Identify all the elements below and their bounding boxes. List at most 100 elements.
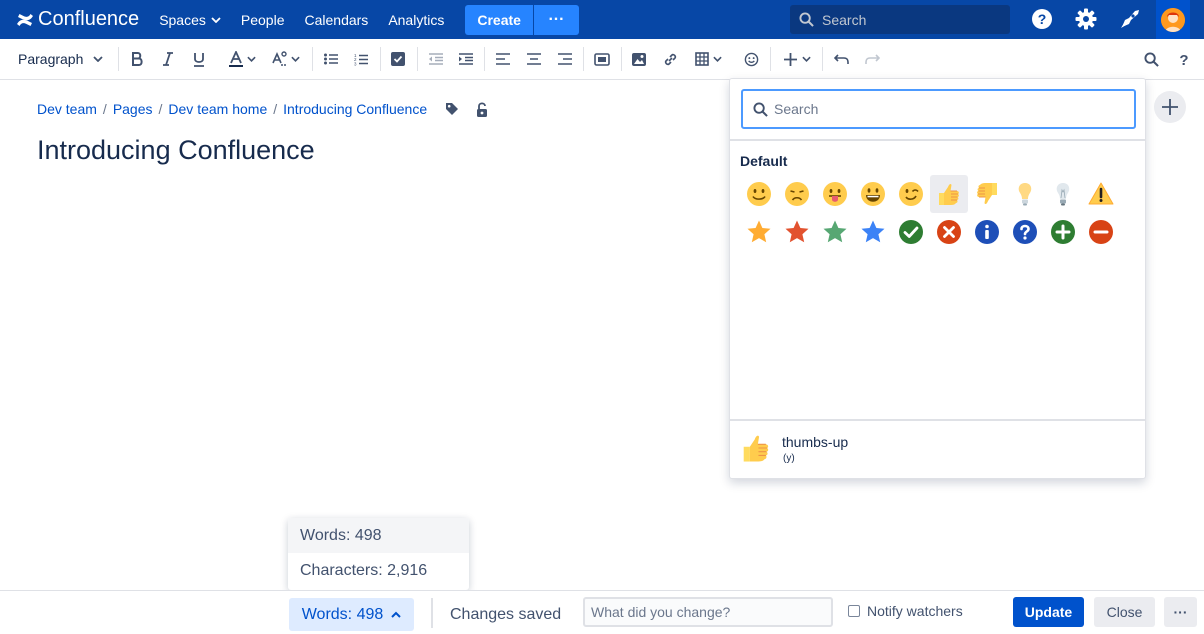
create-button[interactable]: Create: [465, 4, 533, 35]
emoji-green-star[interactable]: [816, 213, 854, 251]
nav-spaces[interactable]: Spaces: [159, 12, 221, 28]
emoji-info[interactable]: [968, 213, 1006, 251]
emoji-disappointed[interactable]: [778, 175, 816, 213]
bottom-divider: [431, 598, 433, 628]
page-title[interactable]: Introducing Confluence: [37, 135, 315, 166]
breadcrumb-item[interactable]: Dev team home: [168, 101, 267, 117]
picker-divider: [730, 419, 1145, 421]
info-icon: [975, 220, 999, 244]
bold-button[interactable]: [126, 39, 148, 79]
thumbs-down-icon: [977, 183, 997, 205]
emoji-minus[interactable]: [1082, 213, 1120, 251]
redo-icon: [864, 53, 880, 64]
text-color-button[interactable]: [224, 39, 260, 79]
breadcrumb-item[interactable]: Dev team: [37, 101, 97, 117]
emoji-search-input[interactable]: [774, 101, 1114, 117]
change-message-input[interactable]: [583, 597, 833, 627]
align-right-icon: [558, 53, 572, 65]
global-search-input[interactable]: Search: [790, 5, 1010, 34]
image-icon: [632, 52, 646, 66]
toolbar-divider: [484, 47, 485, 71]
numbered-list-icon: 123: [354, 53, 368, 66]
chevron-down-icon: [712, 56, 722, 62]
disappointed-icon: [785, 182, 809, 206]
chevron-down-icon: [801, 56, 811, 62]
insert-more-button[interactable]: [778, 39, 816, 79]
page-layout-button[interactable]: [590, 39, 614, 79]
insert-table-button[interactable]: [690, 39, 726, 79]
emoji-check-mark[interactable]: [892, 213, 930, 251]
underline-icon: [194, 52, 204, 67]
emoji-question[interactable]: [1006, 213, 1044, 251]
task-list-button[interactable]: [387, 39, 409, 79]
nav-people[interactable]: People: [241, 12, 285, 28]
search-icon: [1143, 51, 1159, 67]
insert-emoji-button[interactable]: [740, 39, 762, 79]
align-left-button[interactable]: [492, 39, 514, 79]
warning-icon: [1088, 182, 1114, 205]
insert-link-button[interactable]: [659, 39, 681, 79]
question-icon: [1013, 220, 1037, 244]
table-icon: [694, 52, 709, 66]
notify-watchers-toggle[interactable]: Notify watchers: [848, 603, 963, 619]
plus-circle-icon: [1051, 220, 1075, 244]
emoji-light-on[interactable]: [1006, 175, 1044, 213]
light-bulb-on-icon: [1018, 183, 1032, 206]
word-count-button[interactable]: Words: 498: [289, 598, 414, 631]
unlock-icon[interactable]: [475, 101, 489, 117]
add-button[interactable]: [1154, 91, 1186, 123]
emoji-thumbs-down[interactable]: [968, 175, 1006, 213]
breadcrumb-item[interactable]: Introducing Confluence: [283, 101, 427, 117]
update-button[interactable]: Update: [1013, 597, 1084, 627]
emoji-grin[interactable]: [854, 175, 892, 213]
undo-button[interactable]: [830, 39, 852, 79]
notifications-icon[interactable]: [1118, 7, 1142, 31]
redo-button[interactable]: [861, 39, 883, 79]
emoji-cross-mark[interactable]: [930, 213, 968, 251]
editor-help-button[interactable]: ?: [1173, 39, 1195, 79]
emoji-blue-star[interactable]: [854, 213, 892, 251]
emoji-red-star[interactable]: [778, 213, 816, 251]
find-replace-button[interactable]: [1140, 39, 1162, 79]
emoji-plus[interactable]: [1044, 213, 1082, 251]
create-more-button[interactable]: ···: [532, 4, 579, 35]
breadcrumb-item[interactable]: Pages: [113, 101, 153, 117]
word-count-button-label: Words: 498: [301, 605, 384, 623]
italic-button[interactable]: [157, 39, 179, 79]
bullet-list-button[interactable]: [320, 39, 342, 79]
confluence-logo[interactable]: Confluence: [16, 8, 139, 31]
underline-button[interactable]: [188, 39, 210, 79]
toolbar-divider: [417, 47, 418, 71]
paragraph-style-select[interactable]: Paragraph: [10, 39, 110, 79]
nav-calendars[interactable]: Calendars: [304, 12, 368, 28]
emoji-tongue-out[interactable]: [816, 175, 854, 213]
notify-watchers-checkbox[interactable]: [848, 605, 860, 617]
emoji-thumbs-up[interactable]: [930, 175, 968, 213]
emoji-wink[interactable]: [892, 175, 930, 213]
more-options-button[interactable]: ···: [1164, 597, 1197, 627]
emoji-light-off[interactable]: [1044, 175, 1082, 213]
insert-image-button[interactable]: [628, 39, 650, 79]
outdent-icon: [428, 53, 443, 65]
text-formatting-more-button[interactable]: [268, 39, 304, 79]
numbered-list-button[interactable]: 123: [350, 39, 372, 79]
align-right-button[interactable]: [554, 39, 576, 79]
close-button[interactable]: Close: [1094, 597, 1155, 627]
word-count-option[interactable]: Words: 498: [288, 518, 469, 553]
help-icon[interactable]: ?: [1030, 7, 1054, 31]
align-center-button[interactable]: [523, 39, 545, 79]
indent-button[interactable]: [454, 39, 476, 79]
emoji-warning[interactable]: [1082, 175, 1120, 213]
outdent-button[interactable]: [424, 39, 446, 79]
character-count-option[interactable]: Characters: 2,916: [288, 553, 469, 588]
profile-menu[interactable]: [1156, 0, 1190, 39]
emoji-yellow-star[interactable]: [740, 213, 778, 251]
nav-analytics[interactable]: Analytics: [388, 12, 444, 28]
link-icon: [664, 53, 676, 65]
gear-icon[interactable]: [1074, 7, 1098, 31]
chevron-down-icon: [291, 56, 300, 62]
emoji-smile[interactable]: [740, 175, 778, 213]
label-icon[interactable]: [445, 102, 459, 116]
align-center-icon: [527, 53, 541, 65]
word-count-popover: Words: 498 Characters: 2,916: [288, 518, 469, 590]
